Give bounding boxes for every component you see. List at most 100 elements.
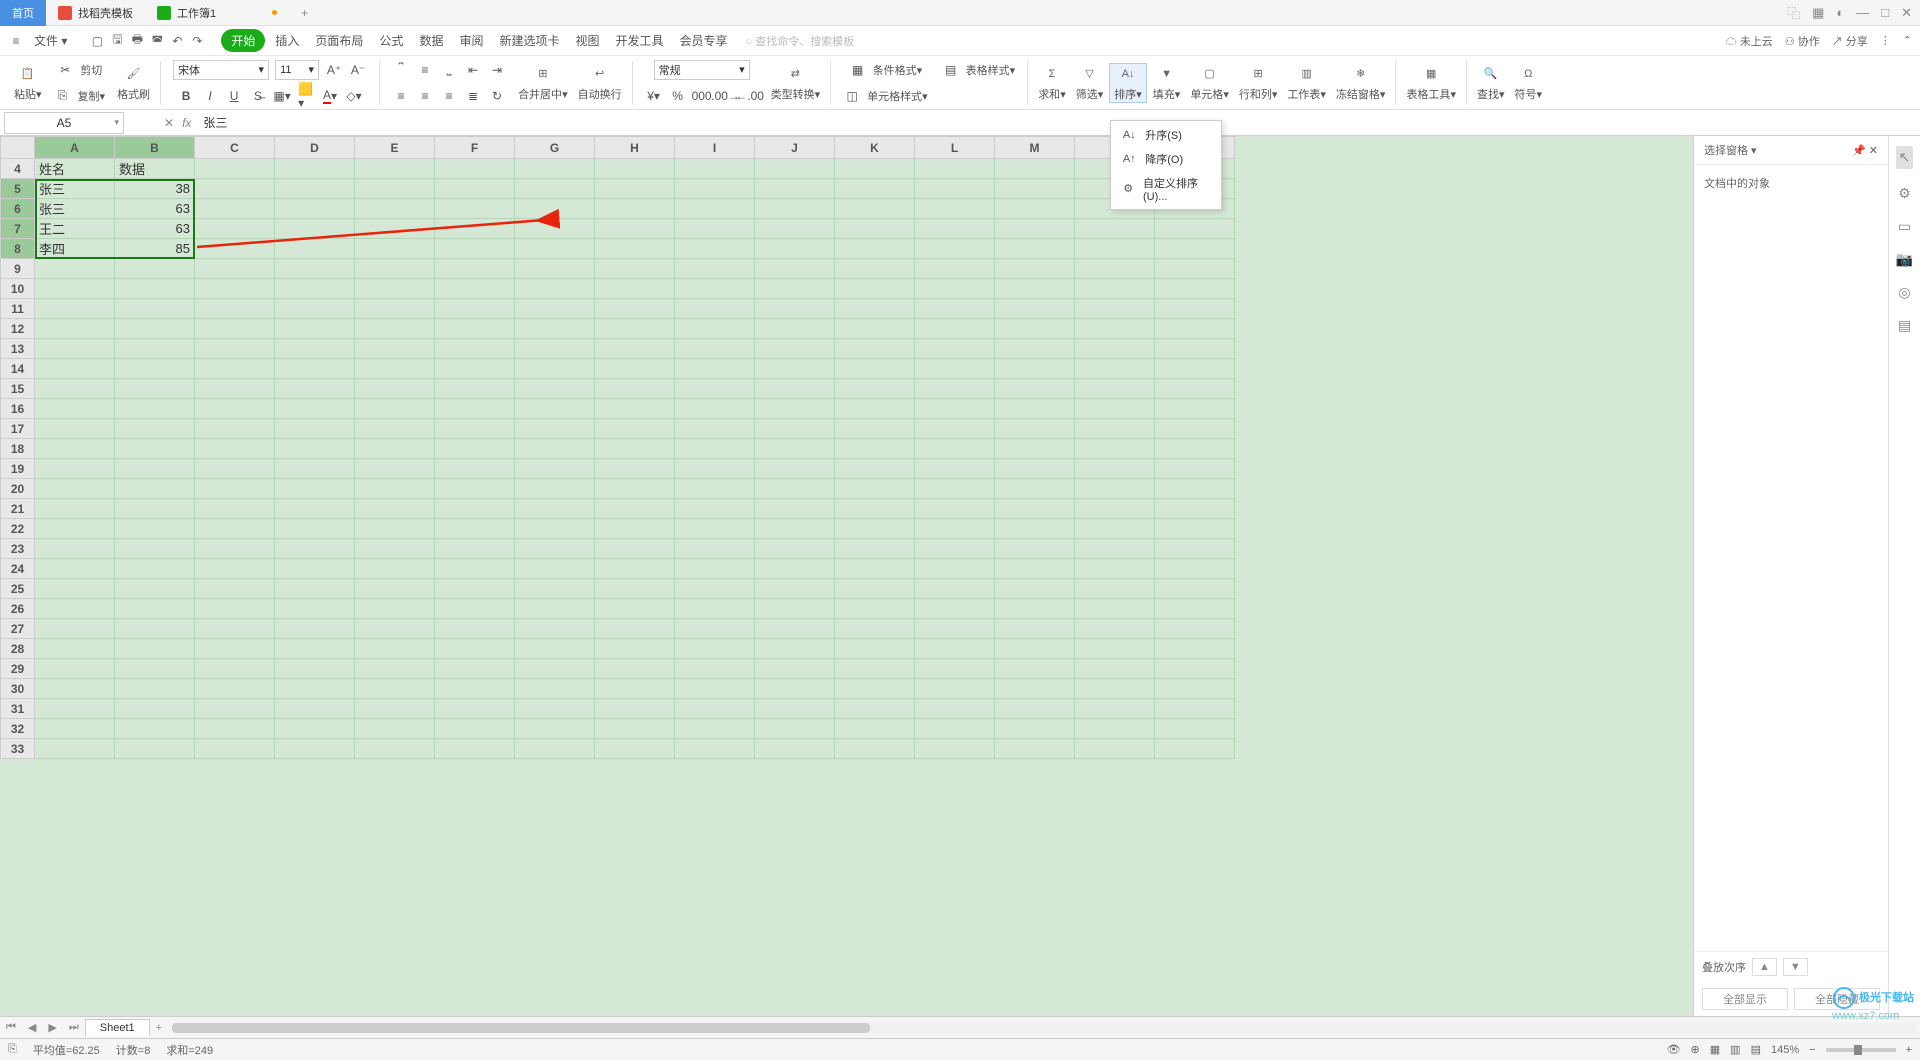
cell[interactable] [755,699,835,719]
cell[interactable] [195,359,275,379]
cell[interactable] [995,579,1075,599]
cell[interactable] [515,399,595,419]
font-size-select[interactable]: 11▾ [275,60,319,80]
font-color-icon[interactable]: A▾ [321,87,339,105]
cell[interactable] [1155,719,1235,739]
cell[interactable] [275,319,355,339]
cell[interactable] [835,499,915,519]
row-header[interactable]: 19 [1,459,35,479]
cell[interactable] [995,379,1075,399]
cell[interactable] [755,239,835,259]
cell[interactable] [675,159,755,179]
cell[interactable] [275,519,355,539]
cell[interactable] [195,399,275,419]
cell[interactable] [1155,299,1235,319]
cell[interactable] [1155,419,1235,439]
cell[interactable] [35,719,115,739]
cell[interactable] [35,359,115,379]
cell[interactable] [675,279,755,299]
cell[interactable] [1075,259,1155,279]
cell[interactable] [595,439,675,459]
cell[interactable] [915,679,995,699]
cell[interactable] [275,579,355,599]
cell[interactable] [675,259,755,279]
cell[interactable] [1155,699,1235,719]
cell[interactable] [275,339,355,359]
cell[interactable] [1155,499,1235,519]
cell[interactable] [515,679,595,699]
cell[interactable] [435,499,515,519]
more-icon[interactable]: ⋮ [1880,34,1891,47]
cell[interactable] [275,539,355,559]
cell[interactable] [1155,479,1235,499]
ribbon-tab-view[interactable]: 视图 [569,30,605,51]
cell[interactable] [1155,739,1235,759]
share-button[interactable]: ↗ 分享 [1832,33,1868,49]
cell[interactable] [595,659,675,679]
pane-close-icon[interactable]: ✕ [1869,145,1878,157]
select-all-corner[interactable] [1,137,35,159]
cell[interactable] [115,319,195,339]
cell[interactable] [595,219,675,239]
cell[interactable] [755,659,835,679]
cell[interactable] [995,279,1075,299]
cell[interactable] [435,199,515,219]
cell[interactable] [595,199,675,219]
ribbon-tab-data[interactable]: 数据 [413,30,449,51]
cell[interactable] [595,519,675,539]
cell[interactable] [1075,459,1155,479]
cell[interactable] [595,719,675,739]
cell[interactable] [1155,679,1235,699]
cell[interactable] [1155,599,1235,619]
cell[interactable] [355,659,435,679]
window-maximize[interactable]: □ [1881,5,1889,20]
cell[interactable] [835,219,915,239]
cell[interactable] [195,639,275,659]
cell[interactable] [595,239,675,259]
tab-add[interactable]: + [293,6,316,20]
cell[interactable] [35,659,115,679]
cell[interactable] [35,439,115,459]
cell[interactable] [195,499,275,519]
cell[interactable] [595,459,675,479]
cell[interactable] [195,379,275,399]
cell[interactable] [515,659,595,679]
cell[interactable] [115,739,195,759]
cell[interactable] [35,479,115,499]
cell[interactable] [1075,619,1155,639]
cell[interactable] [115,399,195,419]
orientation-icon[interactable]: ↻ [488,87,506,105]
cell[interactable] [435,719,515,739]
cell[interactable] [755,159,835,179]
sheet-last[interactable]: ⏭ [63,1021,85,1034]
cell[interactable] [435,419,515,439]
cut-button[interactable]: 剪切 [80,62,102,78]
cell[interactable] [355,459,435,479]
align-center-icon[interactable]: ≡ [416,87,434,105]
cell[interactable] [755,439,835,459]
border-icon[interactable]: ▦▾ [273,87,291,105]
cell[interactable] [675,679,755,699]
cell[interactable] [1075,239,1155,259]
cell[interactable] [835,379,915,399]
row-header[interactable]: 6 [1,199,35,219]
cell[interactable] [355,499,435,519]
cell[interactable] [515,259,595,279]
location-icon[interactable]: ◎ [1898,284,1910,301]
cell[interactable] [35,599,115,619]
sheet-button[interactable]: ▥工作表▾ [1283,64,1330,102]
cell[interactable] [115,419,195,439]
cell[interactable] [275,739,355,759]
settings-icon[interactable]: ⚙ [1898,185,1911,202]
cell[interactable] [515,479,595,499]
cell[interactable] [435,219,515,239]
cell[interactable] [115,339,195,359]
print-icon[interactable]: 🖶 [129,33,145,49]
cell[interactable] [995,219,1075,239]
cell[interactable]: 63 [115,219,195,239]
ribbon-tab-member[interactable]: 会员专享 [674,30,734,51]
cell[interactable] [275,299,355,319]
cell[interactable]: 张三 [35,199,115,219]
cell[interactable] [275,639,355,659]
cell[interactable] [915,639,995,659]
